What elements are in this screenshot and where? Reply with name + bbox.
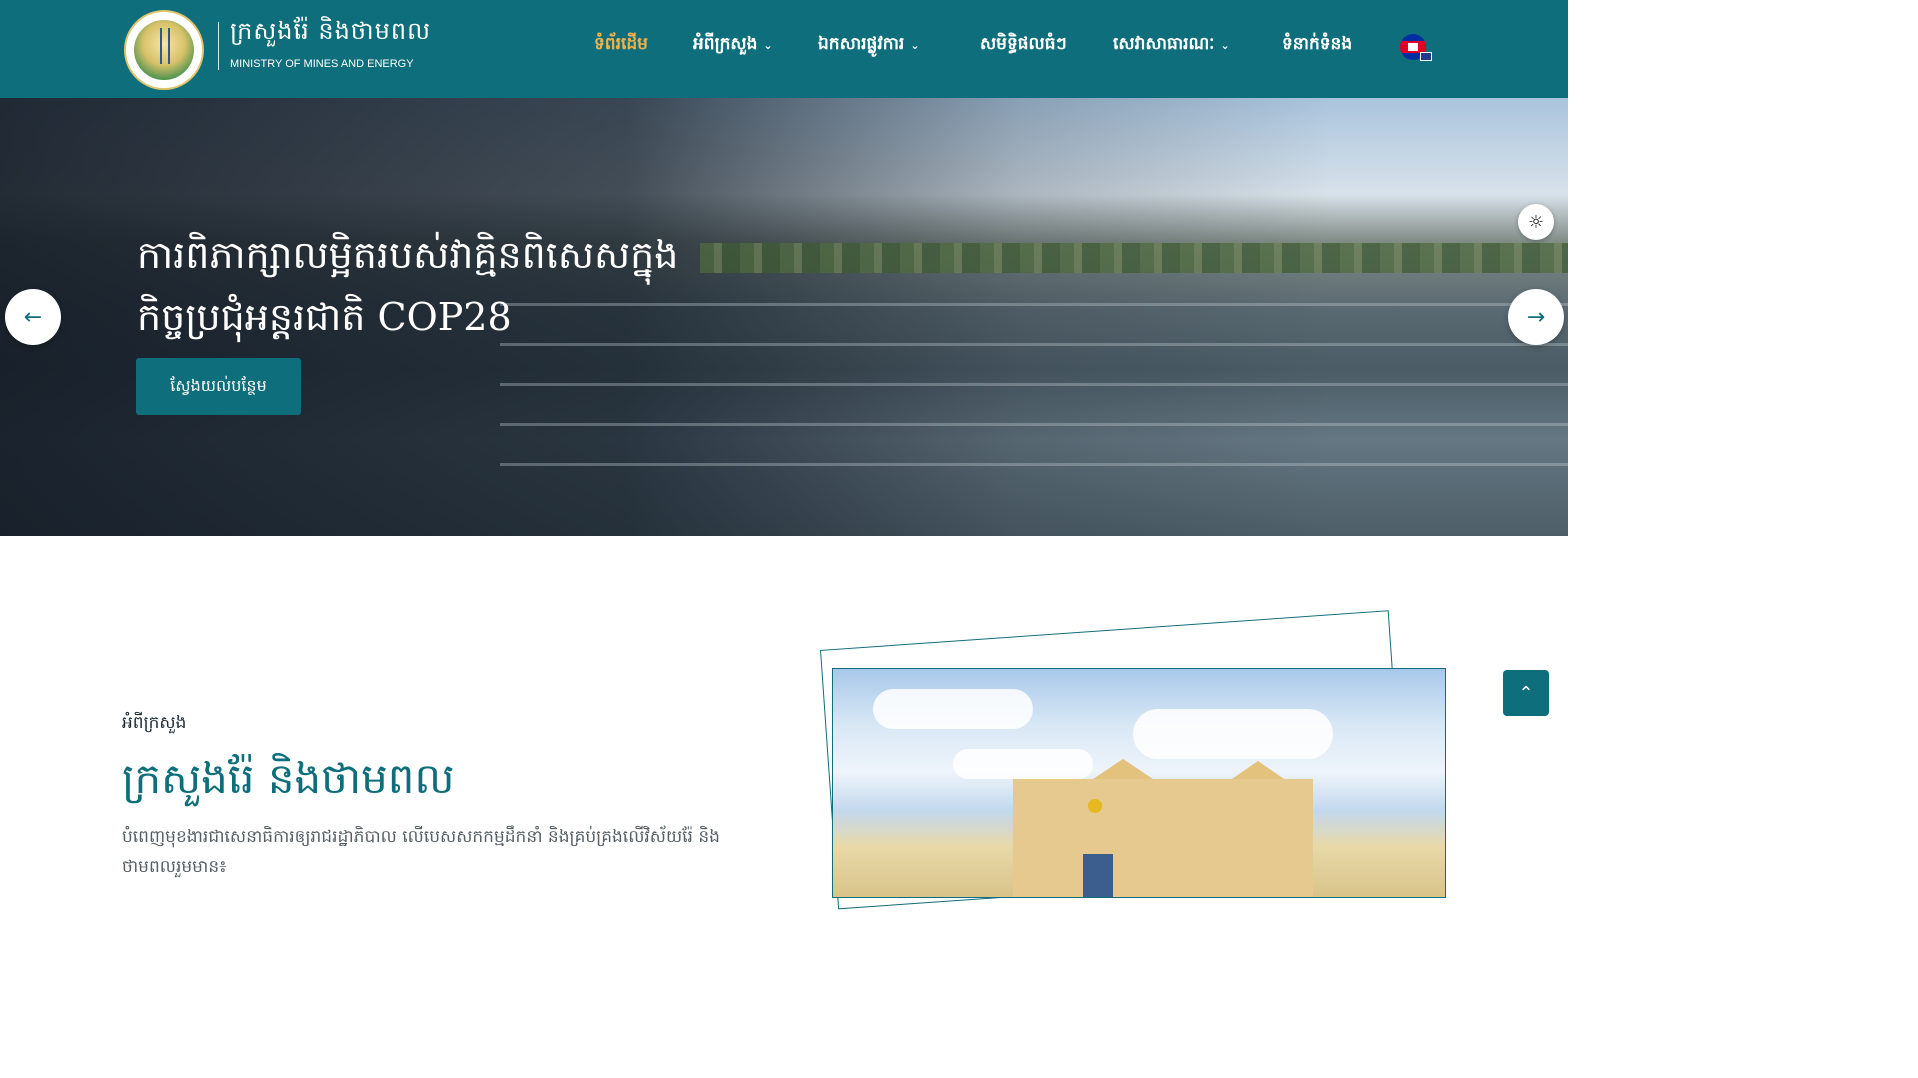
nav-contact-label: ទំនាក់ទំនង [1282,33,1353,54]
cloud [873,689,1033,729]
slider-next-button[interactable]: → [1508,289,1564,345]
theme-toggle-button[interactable]: ☼ [1518,204,1554,240]
nav-home[interactable]: ទំព័រដើម [594,30,648,60]
learn-more-button[interactable]: ស្វែងយល់បន្ថែម [136,358,301,415]
nav-about[interactable]: អំពីក្រសួង ⌄ [693,30,773,60]
scroll-to-top-button[interactable]: ⌃ [1503,670,1549,716]
ministry-logo[interactable] [124,10,204,90]
uk-flag-icon[interactable] [1420,52,1432,61]
chevron-down-icon: ⌄ [763,38,773,52]
mine-terrace [500,463,1568,466]
slider-prev-button[interactable]: ← [5,289,61,345]
about-eyebrow: អំពីក្រសួង [122,713,187,733]
nav-about-label: អំពីក្រសួង [693,33,758,54]
nav-public-services[interactable]: សេវាសាធារណៈ ⌄ [1113,30,1230,60]
site-header: ក្រសួងរ៉ែ និងថាមពល MINISTRY OF MINES AND… [0,0,1568,98]
about-description: បំពេញមុខងារជាសេនាធិការឲ្យរាជរដ្ឋាភិបាល ល… [122,827,720,877]
mine-terrace [500,383,1568,386]
arrow-left-icon: ← [23,304,43,330]
about-title: ក្រសួងរ៉ែ និងថាមពល [122,754,455,803]
logo-tower-icon [160,28,170,64]
nav-public-services-label: សេវាសាធារណៈ [1113,33,1215,54]
brand-name-khmer[interactable]: ក្រសួងរ៉ែ និងថាមពល [230,16,431,51]
arrow-right-icon: → [1526,304,1546,330]
nav-achievements[interactable]: សមិទ្ធិផលធំៗ [980,30,1067,60]
logo-divider [218,22,219,70]
nav-achievements-label: សមិទ្ធិផលធំៗ [980,33,1067,54]
hero-title: ការពិភាក្សាលម្អិតរបស់វាគ្មិនពិសេសក្នុង ក… [137,224,717,348]
cloud [1133,709,1333,759]
building-facade [1013,779,1313,897]
chevron-down-icon: ⌄ [910,38,920,52]
nav-home-label: ទំព័រដើម [594,33,648,54]
chevron-up-icon: ⌃ [1518,682,1534,704]
ministry-building-photo [832,668,1446,898]
building-window [1083,854,1113,897]
mine-terrace [500,423,1568,426]
hero-title-line-2: កិច្ចប្រជុំអន្តរជាតិ COP28 [137,295,512,339]
building-emblem [1088,799,1102,813]
sun-icon: ☼ [1527,211,1545,233]
nav-documents[interactable]: ឯកសារផ្លូវការ ⌄ [818,30,920,60]
chevron-down-icon: ⌄ [1220,38,1230,52]
brand-name-english[interactable]: MINISTRY OF MINES AND ENERGY [230,58,414,70]
hero-background-trees [700,243,1568,273]
nav-contact[interactable]: ទំនាក់ទំនង [1282,30,1352,60]
hero-title-line-1: ការពិភាក្សាលម្អិតរបស់វាគ្មិនពិសេសក្នុង [137,233,679,277]
nav-documents-label: ឯកសារផ្លូវការ [818,33,905,54]
